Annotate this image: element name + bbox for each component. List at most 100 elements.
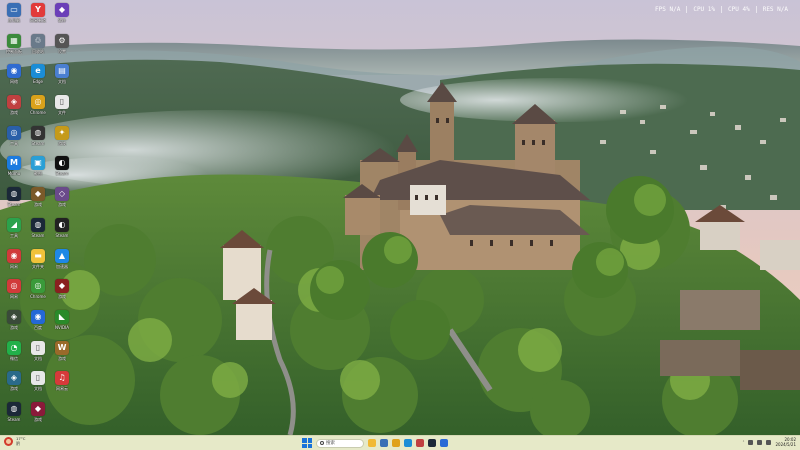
desktop-icon[interactable]: ◍ Steam (27, 216, 49, 247)
desktop-icon-label: 设置 (58, 48, 66, 54)
desktop-icon[interactable]: ◍ Steam (3, 185, 25, 216)
desktop-icon[interactable]: ▯ 文档 (27, 369, 49, 400)
steam-icon: ◍ (7, 401, 21, 416)
desktop-icon-label: 网易 (10, 263, 18, 269)
wechat-icon: ◔ (7, 340, 21, 355)
desktop-icon[interactable]: ▬ 文件夹 (27, 247, 49, 278)
start-button[interactable] (302, 438, 312, 448)
document-icon: ▤ (55, 64, 69, 79)
desktop-icon[interactable]: ◆ 游戏 (27, 185, 49, 216)
document-icon: ▯ (31, 371, 45, 386)
desktop-icon[interactable]: ◣ NVIDIA (51, 308, 73, 339)
edge-icon[interactable] (404, 439, 412, 447)
desktop-icon[interactable]: ⚙ 设置 (51, 32, 73, 63)
desktop-icon[interactable]: ◈ 游戏 (3, 369, 25, 400)
desktop-icon[interactable]: ▤ 文档 (51, 62, 73, 93)
desktop-icon[interactable]: ◎ 工具 (3, 124, 25, 155)
desktop-icon[interactable]: ◍ Steam (3, 400, 25, 431)
chrome-icon: ◎ (31, 279, 45, 294)
file-icon: ▯ (55, 95, 69, 110)
desktop-icon[interactable]: ▭ 此电脑 (3, 1, 25, 32)
desktop-icon-label: Edge (32, 79, 44, 85)
folder-icon: ▬ (31, 248, 45, 263)
game-icon[interactable] (416, 439, 424, 447)
desktop-icon[interactable]: ♲ 回收站 (27, 32, 49, 63)
desktop-icon[interactable]: ◈ 游戏 (3, 93, 25, 124)
desktop-icon[interactable]: ◇ 游戏 (51, 185, 73, 216)
desktop-icon-label: 网络 (10, 79, 18, 85)
desktop-icon[interactable]: ▯ 文件 (51, 93, 73, 124)
weather-desc: 阴 (16, 440, 20, 446)
desktop-icon[interactable]: ▦ 控制面板 (3, 32, 25, 63)
fps-readout: FPS N/A (655, 6, 681, 13)
desktop-icon-label: 控制面板 (6, 48, 22, 54)
desktop-icon-label: 此电脑 (8, 18, 20, 23)
desktop-icon-label: 文档 (58, 79, 66, 85)
desktop-icon[interactable]: ▯ 文档 (27, 339, 49, 370)
folder-icon[interactable] (380, 439, 388, 447)
desktop-icon[interactable]: ◍ Steam (27, 124, 49, 155)
taskbar-center: 搜索 (302, 437, 448, 449)
desktop-icon-grid: ▭ 此电脑 Y 网易有道 ◆ 软件 ▦ 控制面板 ♲ 回收站 ⚙ 设置 ◉ 网络 e Edge ▤ 文档 ◈ 游戏 ◎ C… (0, 0, 75, 433)
chevron-up-icon[interactable]: ˄ (742, 440, 744, 445)
desktop-icon[interactable]: ▲ 加速器 (51, 247, 73, 278)
desktop-icon[interactable]: ◎ Chrome (27, 277, 49, 308)
desktop-icon[interactable]: ◉ 百度 (27, 308, 49, 339)
battery-icon[interactable] (766, 439, 772, 445)
steam-icon[interactable] (428, 439, 436, 447)
desktop-icon-label: 游戏 (58, 140, 66, 146)
desktop-icon[interactable]: ◐ Steam (51, 154, 73, 185)
chrome-icon[interactable] (392, 439, 400, 447)
desktop-icon[interactable]: W 游戏 (51, 339, 73, 370)
weather-widget[interactable]: 17°C 阴 (4, 436, 25, 446)
clock[interactable]: 20:02 2024/5/21 (775, 437, 796, 447)
desktop-icon[interactable]: Y 网易有道 (27, 1, 49, 32)
game-icon: ◈ (7, 309, 21, 324)
steam-icon: ◐ (55, 156, 69, 171)
desktop-icon[interactable]: M Mumu (3, 154, 25, 185)
mumu-icon: M (7, 156, 21, 171)
desktop-icon[interactable]: ◆ 游戏 (27, 400, 49, 431)
desktop-icon-label: 文件 (58, 110, 66, 116)
steam-icon: ◐ (55, 217, 69, 232)
desktop-icon-label: 网易有道 (30, 18, 46, 23)
file-explorer-icon[interactable] (368, 439, 376, 447)
desktop-wallpaper (0, 0, 800, 435)
desktop-icon[interactable]: ◢ 工具 (3, 216, 25, 247)
desktop-icon[interactable]: ▣ 截图 (27, 154, 49, 185)
steam-icon: ◍ (31, 125, 45, 140)
desktop-icon[interactable]: ◈ 游戏 (3, 308, 25, 339)
netease-icon: ◎ (7, 279, 21, 294)
screenshot-icon: ▣ (31, 156, 45, 171)
system-tray: ˄ 20:02 2024/5/21 (742, 437, 796, 447)
desktop-icon[interactable]: ✦ 游戏 (51, 124, 73, 155)
tool-icon: ◎ (7, 125, 21, 140)
tool-icon: ◢ (7, 217, 21, 232)
desktop-icon-label: 游戏 (58, 294, 66, 300)
desktop-icon[interactable]: ◉ 网易 (3, 247, 25, 278)
app-icon[interactable] (440, 439, 448, 447)
desktop-icon[interactable]: ♫ 网易云 (51, 369, 73, 400)
desktop-icon[interactable]: ◆ 游戏 (51, 277, 73, 308)
volume-icon[interactable] (757, 439, 763, 445)
network-icon[interactable] (748, 439, 754, 445)
desktop-icon-label: 加速器 (56, 263, 68, 269)
desktop-icon[interactable]: ◎ 网易 (3, 277, 25, 308)
desktop-icon-label: 文档 (34, 355, 42, 361)
game-icon: ◈ (7, 95, 21, 110)
desktop-icon[interactable]: ◐ Steam (51, 216, 73, 247)
chrome-icon: ◎ (31, 95, 45, 110)
cpu-readout: CPU 1% (686, 6, 721, 13)
weather-icon (4, 437, 13, 446)
res-readout: RES N/A (755, 6, 794, 13)
desktop-icon[interactable]: ◆ 软件 (51, 1, 73, 32)
desktop-icon[interactable]: ◔ 微信 (3, 339, 25, 370)
game-icon: W (55, 340, 69, 355)
desktop-icon[interactable]: ◎ Chrome (27, 93, 49, 124)
desktop-icon[interactable]: ◉ 网络 (3, 62, 25, 93)
desktop-icon-label: 微信 (10, 355, 18, 361)
desktop-icon[interactable]: e Edge (27, 62, 49, 93)
search-box[interactable]: 搜索 (316, 438, 364, 448)
youdao-icon: Y (31, 3, 45, 17)
game-icon: ✦ (55, 125, 69, 140)
